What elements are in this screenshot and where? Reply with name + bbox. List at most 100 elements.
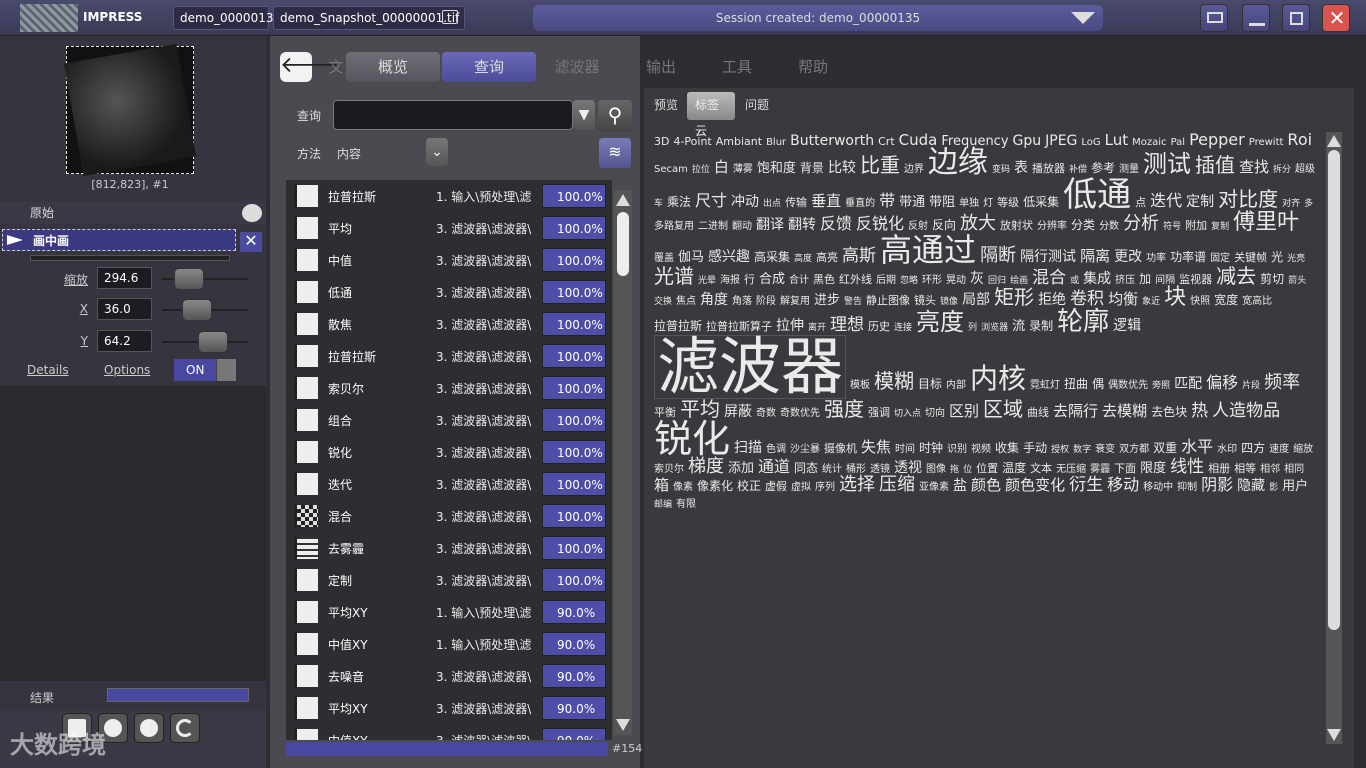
list-item[interactable]: 平均XY 1. 输入\预处理\滤 90.0% <box>286 596 612 628</box>
scroll-down-icon[interactable] <box>616 719 630 731</box>
tag-cloud-word[interactable]: 等级 <box>997 197 1019 208</box>
original-section[interactable]: 原始 <box>0 202 266 224</box>
tag-cloud-word[interactable]: 像素 <box>673 483 693 493</box>
tab-preview[interactable]: 预览 <box>646 92 686 120</box>
tag-cloud-word[interactable]: 曲线 <box>1027 407 1049 418</box>
tag-cloud-word[interactable]: 亮度 <box>916 310 964 334</box>
list-item[interactable]: 去噪音 3. 滤波器\滤波器\ 90.0% <box>286 660 612 692</box>
tab-issues[interactable]: 问题 <box>737 92 777 120</box>
list-item[interactable]: 中值 3. 滤波器\滤波器\ 100.0% <box>286 244 612 276</box>
tag-cloud-word[interactable]: 迭代 <box>1150 193 1182 209</box>
tag-cloud-scrollbar[interactable] <box>1326 132 1342 744</box>
tag-cloud-word[interactable]: 表 <box>1014 161 1028 175</box>
list-item[interactable]: 散焦 3. 滤波器\滤波器\ 100.0% <box>286 308 612 340</box>
tag-cloud-word[interactable]: 挤压 <box>1115 276 1135 286</box>
tag-cloud-word[interactable]: 时钟 <box>919 442 943 454</box>
tag-cloud-word[interactable]: 偶数优先 <box>1108 381 1148 391</box>
tag-cloud-word[interactable]: 集成 <box>1083 272 1111 286</box>
tag-cloud-word[interactable]: 带通 <box>899 196 925 209</box>
tab-help[interactable]: 帮助 <box>788 52 838 82</box>
tag-cloud-word[interactable]: 移动中 <box>1143 483 1173 493</box>
tag-cloud-word[interactable]: 伽马 <box>678 251 704 264</box>
tag-cloud-word[interactable]: 偶 <box>1092 378 1104 390</box>
tag-cloud-word[interactable]: 轮廓 <box>1057 309 1109 335</box>
tag-cloud-word[interactable]: 录制 <box>1029 320 1053 332</box>
tag-cloud-word[interactable]: 线性 <box>1170 459 1204 476</box>
tag-cloud-word[interactable]: Ambiant <box>716 136 762 147</box>
tag-cloud-word[interactable]: 红外线 <box>839 274 872 285</box>
scroll-up-icon[interactable] <box>1327 135 1341 147</box>
tag-cloud-word[interactable]: 隔断 <box>980 247 1016 265</box>
tag-cloud-word[interactable]: 颜色 <box>971 478 1001 493</box>
tag-cloud-word[interactable]: 阴影 <box>1201 477 1233 493</box>
list-item[interactable]: 定制 3. 滤波器\滤波器\ 100.0% <box>286 564 612 596</box>
tag-cloud-word[interactable]: 去色块 <box>1151 406 1187 418</box>
tag-cloud-word[interactable]: 灰 <box>970 272 984 286</box>
tag-cloud-word[interactable]: 感兴趣 <box>708 250 750 264</box>
tag-cloud-word[interactable]: Pepper <box>1189 132 1245 148</box>
tag-cloud-word[interactable]: 查找 <box>1239 160 1269 175</box>
scroll-down-icon[interactable] <box>1327 729 1341 741</box>
tag-cloud-word[interactable]: 虚拟 <box>791 483 811 493</box>
tag-cloud-word[interactable]: 车 <box>654 200 663 209</box>
tag-cloud-word[interactable]: 薄雾 <box>733 165 753 175</box>
tag-cloud-word[interactable]: 区域 <box>983 399 1023 419</box>
tag-cloud-word[interactable]: 3D <box>654 136 669 147</box>
zoom-input[interactable]: 294.6 <box>97 267 152 289</box>
tag-cloud-word[interactable]: 滤波器 <box>654 335 847 399</box>
tab-filters[interactable]: 滤波器 <box>546 52 608 82</box>
tag-cloud-word[interactable]: 拖 <box>950 466 959 475</box>
tag-cloud-word[interactable]: 局部 <box>962 293 990 307</box>
chevron-down-icon[interactable] <box>242 204 262 222</box>
method-dropdown[interactable]: ⌄ <box>426 138 448 166</box>
tag-cloud-word[interactable]: 相等 <box>1234 463 1256 474</box>
tag-cloud-word[interactable]: 列 <box>968 324 977 333</box>
close-button[interactable]: ✕ <box>1322 4 1350 32</box>
scroll-thumb[interactable] <box>617 212 629 276</box>
tag-cloud-word[interactable]: 旁照 <box>1152 382 1170 391</box>
query-history-dropdown[interactable]: ▼ <box>573 100 595 130</box>
tag-cloud-word[interactable]: 抑制 <box>1177 483 1197 493</box>
tab-overview[interactable]: 概览 <box>346 52 440 82</box>
tag-cloud-word[interactable]: 收集 <box>995 442 1019 454</box>
tag-cloud-word[interactable]: 卷积 <box>1070 291 1104 308</box>
tag-cloud-word[interactable]: 同态 <box>794 462 818 474</box>
list-item[interactable]: 组合 3. 滤波器\滤波器\ 100.0% <box>286 404 612 436</box>
tag-cloud-word[interactable]: 片段 <box>1242 382 1260 391</box>
tag-cloud-word[interactable]: 模板 <box>850 381 870 391</box>
tag-cloud-word[interactable]: 低采集 <box>1023 196 1059 208</box>
tag-cloud-word[interactable]: 饱和度 <box>757 162 796 175</box>
list-item[interactable]: 拉普拉斯 1. 输入\预处理\滤 100.0% <box>286 180 612 212</box>
tag-cloud-word[interactable]: 后期 <box>876 276 896 286</box>
tag-cloud-word[interactable]: 4-Point <box>673 136 711 147</box>
tag-cloud-word[interactable]: 温度 <box>1002 462 1026 474</box>
tag-cloud-word[interactable]: 固定 <box>1210 254 1230 264</box>
list-item[interactable]: 拉普拉斯 3. 滤波器\滤波器\ 100.0% <box>286 340 612 372</box>
document-tab-1[interactable]: demo_00000135 <box>173 6 281 30</box>
tag-cloud-word[interactable]: 隔离 <box>1080 249 1110 264</box>
tag-cloud-word[interactable]: Gpu <box>1013 134 1042 148</box>
restore-button[interactable] <box>1282 4 1310 32</box>
tag-cloud-word[interactable]: 测量 <box>1119 165 1139 175</box>
tag-cloud-word[interactable]: 双重 <box>1153 442 1177 454</box>
refresh-button[interactable] <box>170 713 200 743</box>
tag-cloud-word[interactable]: 或 <box>1070 277 1079 286</box>
tag-cloud-word[interactable]: 阶段 <box>756 297 776 307</box>
tag-cloud-word[interactable]: 相邻 <box>1260 465 1280 475</box>
tag-cloud-word[interactable]: 影 <box>1269 484 1278 493</box>
session-status-dropdown[interactable]: Session created: demo_00000135 <box>533 5 1103 31</box>
tag-cloud-word[interactable]: 分析 <box>1123 215 1159 233</box>
tag-cloud-word[interactable]: 盐 <box>953 479 967 493</box>
tag-cloud-word[interactable]: 亚像素 <box>919 483 949 493</box>
tag-cloud-word[interactable]: 覆盖 <box>654 254 674 264</box>
tag-cloud-word[interactable]: Blur <box>766 138 786 148</box>
tag-cloud-word[interactable]: 合成 <box>759 273 785 286</box>
tag-cloud-word[interactable]: 历史 <box>868 321 890 332</box>
tag-cloud-word[interactable]: 象近 <box>1142 298 1160 307</box>
tag-cloud-word[interactable]: Crt <box>878 136 895 147</box>
tag-cloud-word[interactable]: 区别 <box>949 404 979 419</box>
tag-cloud-word[interactable]: 水印 <box>1217 445 1237 455</box>
tab-output[interactable]: 输出 <box>636 52 686 82</box>
minimize-button[interactable] <box>1242 4 1270 32</box>
tag-cloud-word[interactable]: 色调 <box>766 445 786 455</box>
